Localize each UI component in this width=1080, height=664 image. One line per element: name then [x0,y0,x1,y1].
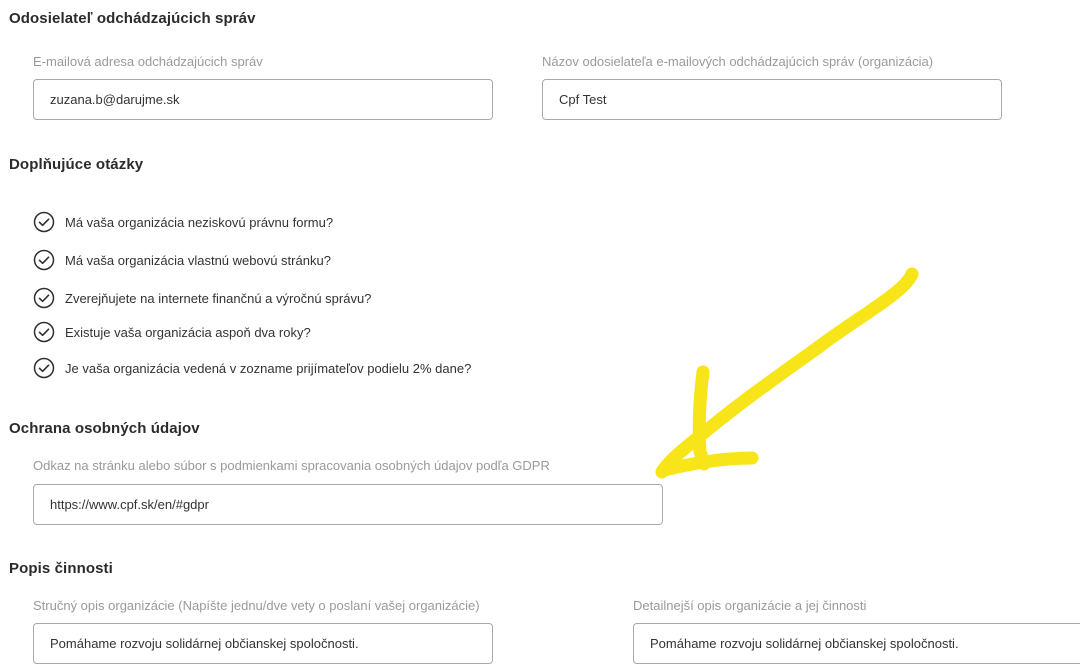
sender-email-input[interactable] [33,79,493,120]
section-title-questions: Doplňujúce otázky [9,156,144,173]
question-item: Zverejňujete na internete finančnú a výr… [33,287,371,309]
check-circle-icon [33,321,55,343]
sender-name-input[interactable] [542,79,1002,120]
section-title-activity: Popis činnosti [9,560,113,577]
sender-email-label: E-mailová adresa odchádzajúcich správ [33,54,263,69]
question-label: Zverejňujete na internete finančnú a výr… [65,290,372,306]
short-description-label: Stručný opis organizácie (Napíšte jednu/… [33,598,480,613]
gdpr-link-input[interactable] [33,484,663,525]
question-item: Má vaša organizácia vlastnú webovú strán… [33,249,331,271]
detail-description-input[interactable] [633,623,1080,664]
short-description-input[interactable] [33,623,493,664]
question-label: Existuje vaša organizácia aspoň dva roky… [65,324,311,340]
gdpr-link-label: Odkaz na stránku alebo súbor s podmienka… [33,458,550,473]
section-title-sender: Odosielateľ odchádzajúcich správ [9,10,256,27]
question-label: Má vaša organizácia neziskovú právnu for… [65,214,334,230]
section-title-privacy: Ochrana osobných údajov [9,420,200,437]
check-circle-icon [33,211,55,233]
question-label: Je vaša organizácia vedená v zozname pri… [65,360,472,376]
question-item: Je vaša organizácia vedená v zozname pri… [33,357,471,379]
question-item: Existuje vaša organizácia aspoň dva roky… [33,321,311,343]
question-item: Má vaša organizácia neziskovú právnu for… [33,211,333,233]
sender-name-label: Názov odosielateľa e-mailových odchádzaj… [542,54,934,69]
detail-description-label: Detailnejší opis organizácie a jej činno… [633,598,867,613]
question-label: Má vaša organizácia vlastnú webovú strán… [65,252,331,268]
check-circle-icon [33,249,55,271]
check-circle-icon [33,357,55,379]
check-circle-icon [33,287,55,309]
